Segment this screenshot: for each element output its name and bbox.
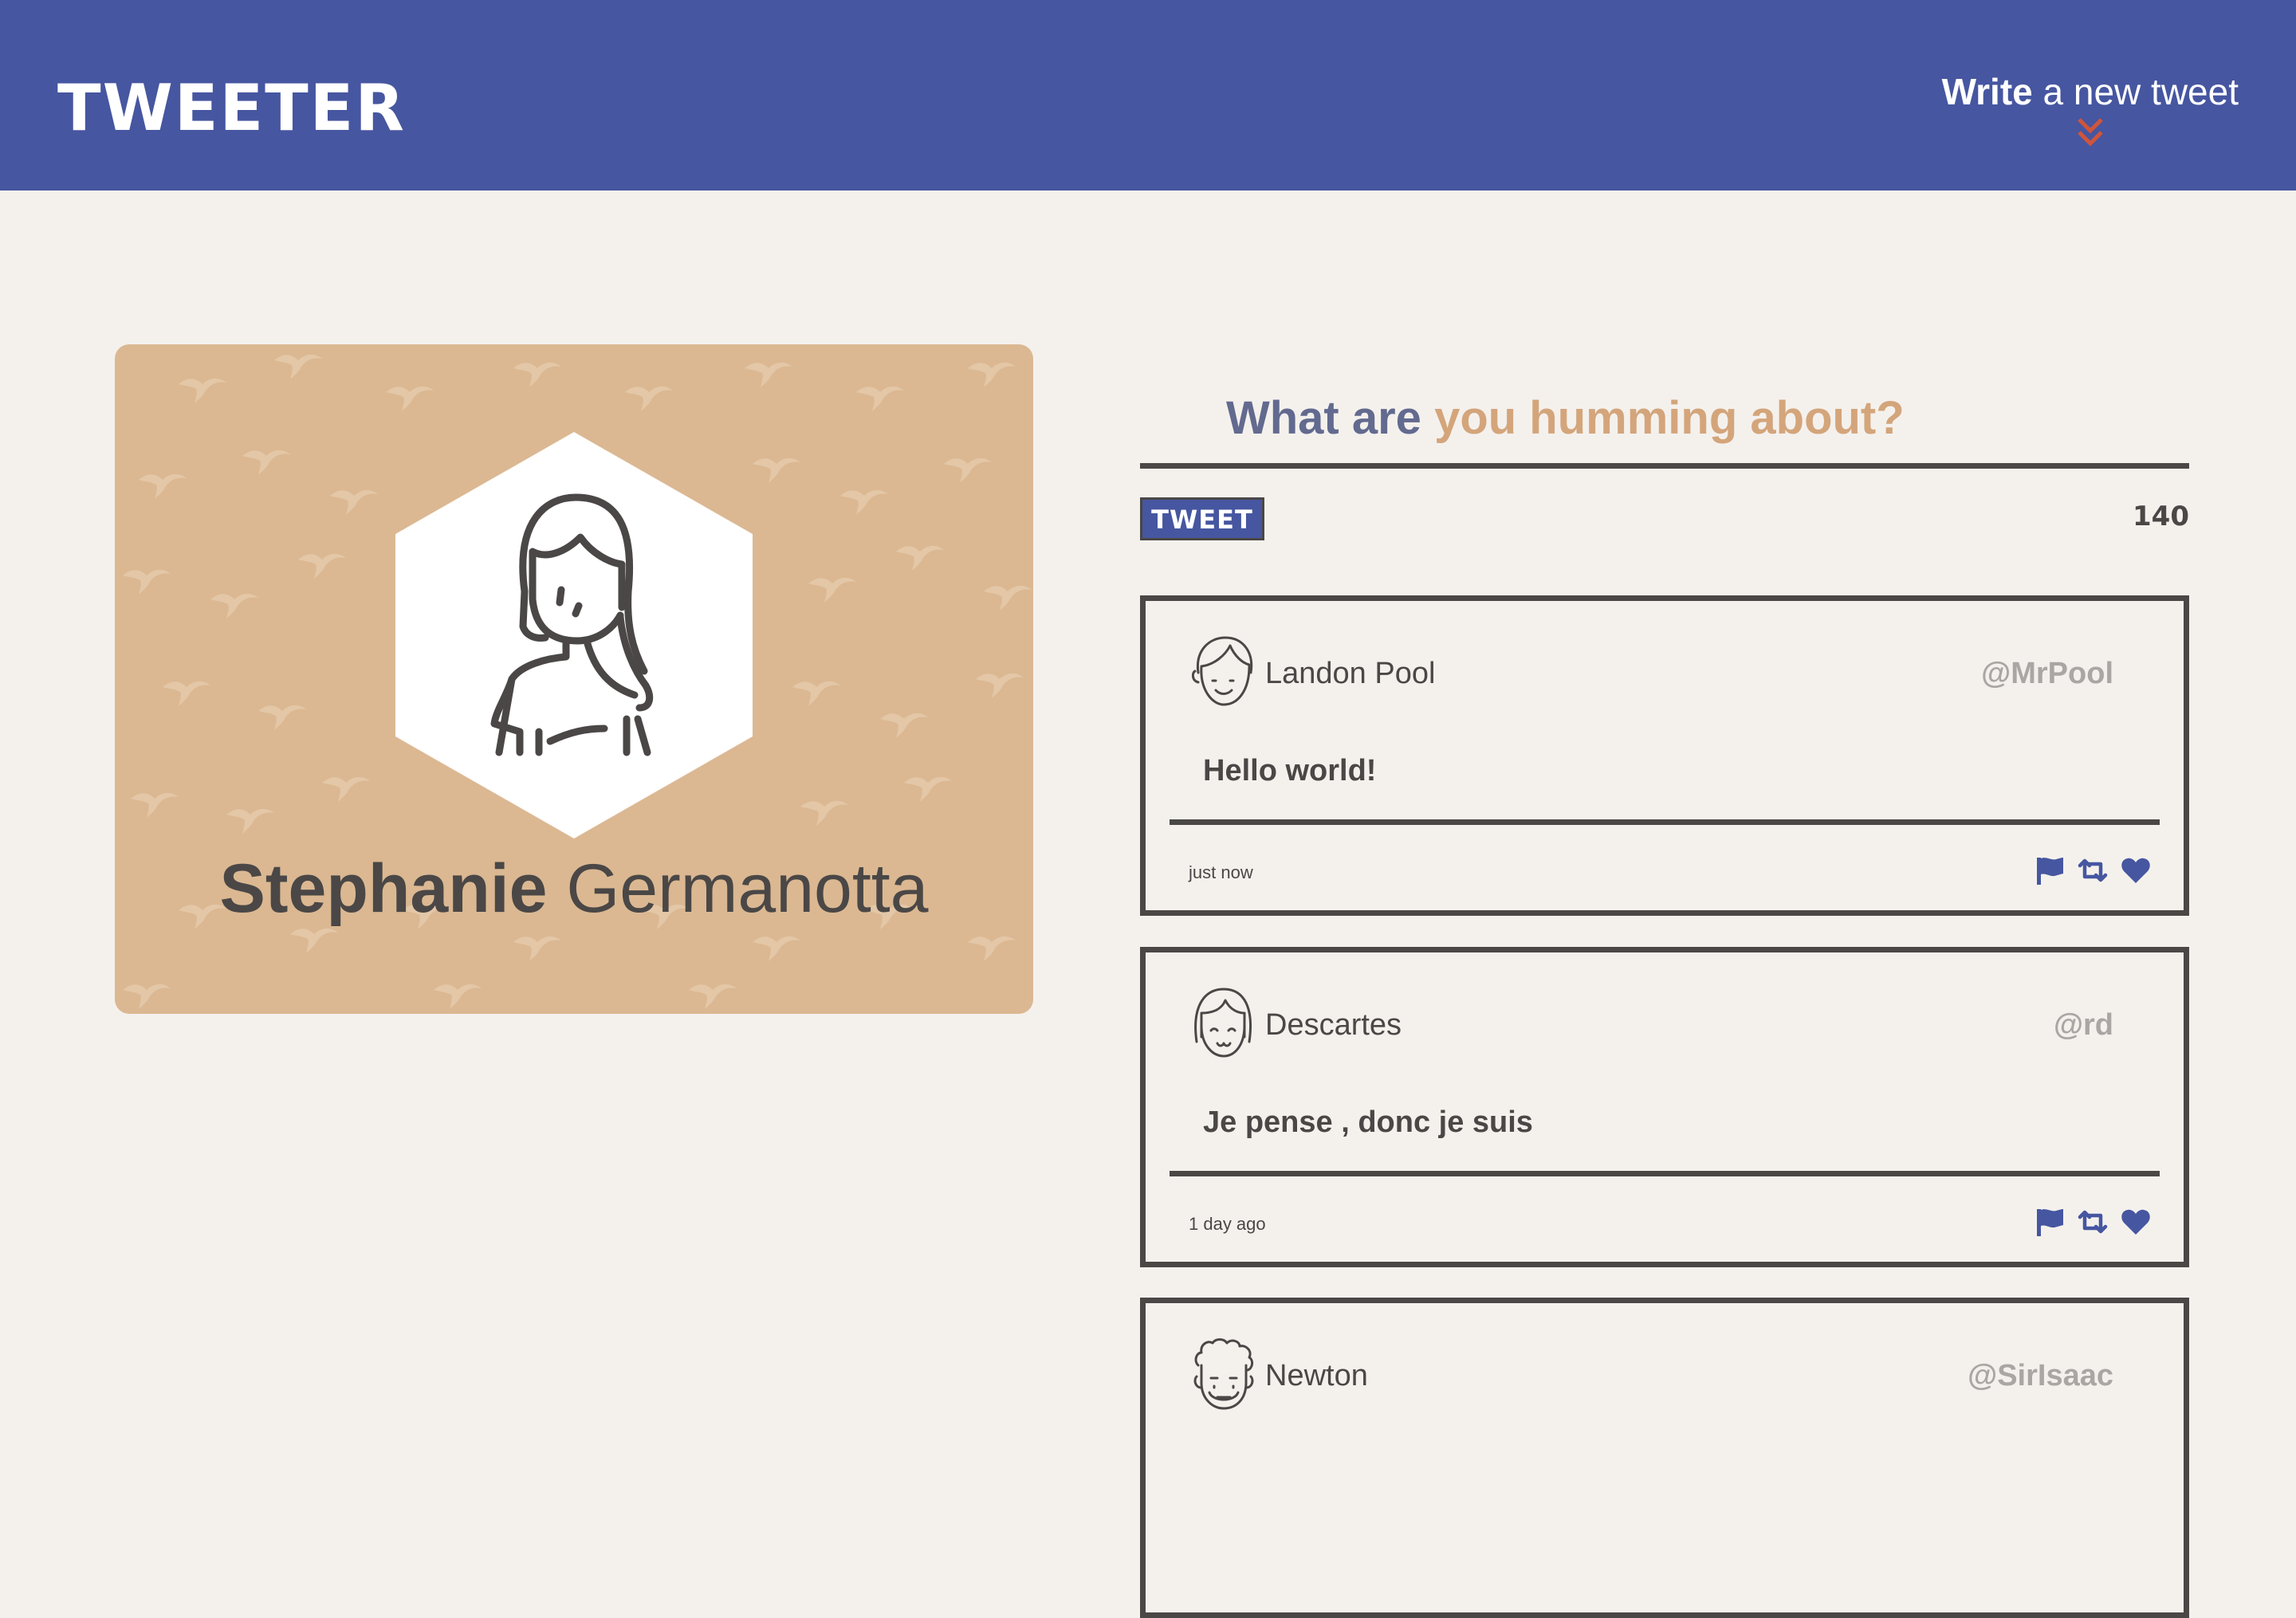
profile-name: Stephanie Germanotta <box>115 854 1033 923</box>
tweet-actions <box>2034 1206 2152 1238</box>
profile-card: Stephanie Germanotta <box>115 344 1033 1014</box>
author-name: Newton <box>1265 1359 1368 1392</box>
tweet-text: Je pense , donc je suis <box>1203 1106 1533 1139</box>
tweet-divider <box>1170 1171 2160 1176</box>
compose-label-bold: Write <box>1941 71 2033 112</box>
woman-avatar-icon <box>395 432 753 838</box>
profile-first-name: Stephanie <box>219 850 548 927</box>
tweet-card: Newton @SirIsaac <box>1140 1298 2189 1618</box>
profile-last-name: Germanotta <box>547 850 929 927</box>
author-handle[interactable]: @MrPool <box>1981 658 2113 689</box>
write-new-tweet-button[interactable]: Write a new tweet <box>1942 73 2239 150</box>
retweet-icon[interactable] <box>2077 1206 2109 1238</box>
tweet-card: Landon Pool @MrPool Hello world! just no… <box>1140 595 2189 916</box>
tweet-composer: What are you humming about? TWEET 140 <box>1140 383 2189 556</box>
curly-hair-avatar-icon <box>1193 1338 1254 1410</box>
tweet-timestamp: 1 day ago <box>1189 1214 1266 1234</box>
tweet-button[interactable]: TWEET <box>1140 497 1264 540</box>
tweet-card: Descartes @rd Je pense , donc je suis 1 … <box>1140 947 2189 1267</box>
flag-icon[interactable] <box>2034 1206 2066 1238</box>
author-name: Landon Pool <box>1265 657 1436 690</box>
tweet-timestamp: just now <box>1189 862 1253 882</box>
heart-icon[interactable] <box>2120 1206 2152 1238</box>
character-counter: 140 <box>2133 501 2189 532</box>
author-name: Descartes <box>1265 1008 1402 1042</box>
prompt-part1: What are <box>1226 392 1421 444</box>
flag-icon[interactable] <box>2034 854 2066 886</box>
compose-label-rest: a new tweet <box>2032 71 2239 112</box>
heart-icon[interactable] <box>2120 854 2152 886</box>
tweet-input[interactable]: What are you humming about? <box>1140 383 2189 469</box>
composer-controls: TWEET 140 <box>1140 469 2189 556</box>
author-handle[interactable]: @rd <box>2054 1010 2113 1040</box>
retweet-icon[interactable] <box>2077 854 2109 886</box>
top-nav: TWEETER Write a new tweet <box>0 0 2296 190</box>
prompt-part2: you humming about? <box>1421 392 1905 444</box>
tweet-actions <box>2034 854 2152 886</box>
author-handle[interactable]: @SirIsaac <box>1968 1361 2113 1391</box>
boy-avatar-icon <box>1191 636 1253 706</box>
app-logo[interactable]: TWEETER <box>57 77 406 140</box>
girl-avatar-icon <box>1194 988 1252 1058</box>
double-chevron-down-icon[interactable] <box>2073 115 2108 150</box>
tweet-text: Hello world! <box>1203 754 1377 787</box>
tweet-divider <box>1170 819 2160 825</box>
